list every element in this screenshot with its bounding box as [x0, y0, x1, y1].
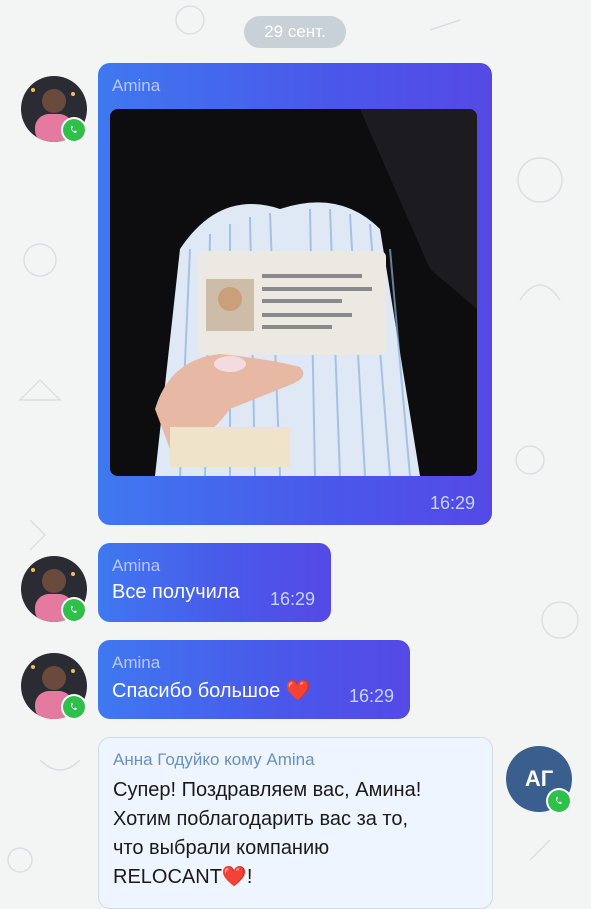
message-time: 16:29: [270, 589, 316, 609]
message-time: 16:29: [430, 493, 476, 513]
photo-message-bubble[interactable]: Amina 16:29: [98, 63, 492, 525]
message-sender: Amina: [112, 556, 161, 575]
whatsapp-icon: [63, 119, 85, 141]
message-time: 16:29: [349, 686, 395, 706]
message-photo[interactable]: [110, 109, 477, 476]
date-separator: 29 сент.: [244, 16, 346, 48]
heart-emoji: ❤️: [221, 866, 247, 888]
message-sender: Amina: [112, 76, 161, 95]
whatsapp-icon: [548, 790, 570, 812]
reply-text-tail: !: [246, 866, 253, 888]
reply-sender: Анна Годуйко кому Amina: [113, 750, 315, 769]
reply-text: Супер! Поздравляем вас, Амина! Хотим поб…: [113, 776, 483, 892]
reply-text-body: Супер! Поздравляем вас, Амина! Хотим поб…: [113, 779, 422, 888]
message-sender: Amina: [112, 653, 161, 672]
id-card-photo: [110, 109, 477, 476]
whatsapp-icon: [63, 696, 85, 718]
reply-message-bubble[interactable]: Анна Годуйко кому Amina Супер! Поздравля…: [98, 737, 493, 909]
message-text: Все получила: [112, 581, 240, 603]
text-message-bubble[interactable]: Amina Спасибо большое ❤️ 16:29: [98, 640, 410, 719]
whatsapp-badge: [546, 788, 572, 814]
heart-emoji: ❤️: [285, 680, 311, 702]
date-separator-label: 29 сент.: [264, 22, 326, 41]
whatsapp-badge: [61, 117, 87, 143]
text-message-bubble[interactable]: Amina Все получила 16:29: [98, 543, 331, 622]
message-text-body: Спасибо большое: [112, 680, 281, 702]
whatsapp-badge: [61, 694, 87, 720]
avatar-initials: АГ: [524, 766, 554, 791]
message-text: Спасибо большое ❤️: [112, 678, 311, 703]
whatsapp-badge: [61, 597, 87, 623]
whatsapp-icon: [63, 599, 85, 621]
